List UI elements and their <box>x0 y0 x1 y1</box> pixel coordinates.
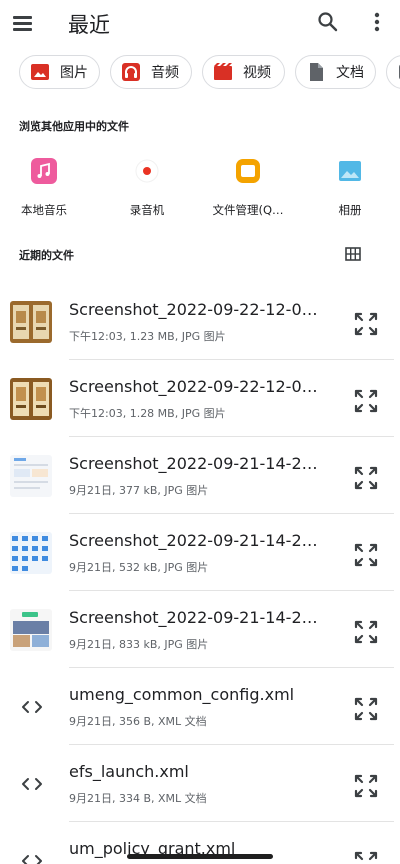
chip-audio[interactable]: 音频 <box>110 55 192 89</box>
gallery-icon <box>337 158 363 184</box>
chip-label: 视频 <box>243 65 271 81</box>
file-thumbnail <box>10 378 52 420</box>
file-name: umeng_common_config.xml <box>69 685 295 704</box>
app-recorder[interactable]: 录音机 <box>97 150 197 218</box>
search-icon[interactable] <box>316 10 340 34</box>
file-name: Screenshot_2022-09-22-12-0… <box>69 377 318 396</box>
app-label: 相册 <box>338 203 362 217</box>
chip-label: 音频 <box>151 65 179 81</box>
app-label: 录音机 <box>129 203 165 217</box>
expand-icon[interactable] <box>353 773 379 799</box>
video-icon <box>213 62 233 82</box>
list-item[interactable]: efs_launch.xml 9月21日, 334 B, XML 文档 <box>0 745 400 822</box>
filter-chips: 图片 音频 视频 文档 <box>0 55 400 91</box>
expand-icon[interactable] <box>353 850 379 864</box>
section-title-recent: 近期的文件 <box>19 249 74 262</box>
app-label: 文件管理(Q… <box>212 203 284 217</box>
file-meta: 9月21日, 532 kB, JPG 图片 <box>69 561 209 574</box>
headphones-icon <box>121 62 141 82</box>
file-name: efs_launch.xml <box>69 762 189 781</box>
home-indicator[interactable] <box>127 854 273 859</box>
file-meta: 下午12:03, 1.23 MB, JPG 图片 <box>69 330 226 343</box>
chip-video[interactable]: 视频 <box>202 55 285 89</box>
section-title-other-apps: 浏览其他应用中的文件 <box>19 120 129 133</box>
more-vert-icon[interactable] <box>366 10 388 34</box>
music-icon <box>31 158 57 184</box>
list-item[interactable]: Screenshot_2022-09-21-14-2… 9月21日, 833 k… <box>0 591 400 668</box>
file-meta: 下午12:03, 1.28 MB, JPG 图片 <box>69 407 226 420</box>
chip-images[interactable]: 图片 <box>19 55 100 89</box>
file-name: Screenshot_2022-09-21-14-2… <box>69 454 318 473</box>
file-thumbnail <box>10 455 52 497</box>
record-icon <box>134 158 160 184</box>
image-icon <box>30 62 50 82</box>
file-thumbnail <box>10 301 52 343</box>
expand-icon[interactable] <box>353 619 379 645</box>
other-apps-row: 本地音乐 录音机 文件管理(Q… 相册 <box>0 150 400 220</box>
chip-label: 图片 <box>60 65 88 81</box>
list-item[interactable]: Screenshot_2022-09-22-12-0… 下午12:03, 1.2… <box>0 283 400 360</box>
document-icon <box>306 62 326 82</box>
expand-icon[interactable] <box>353 542 379 568</box>
chip-documents[interactable]: 文档 <box>295 55 376 89</box>
app-local-music[interactable]: 本地音乐 <box>0 150 94 218</box>
expand-icon[interactable] <box>353 465 379 491</box>
file-meta: 9月21日, 334 B, XML 文档 <box>69 792 207 805</box>
folder-icon <box>235 158 261 184</box>
code-file-icon <box>20 775 44 793</box>
file-name: Screenshot_2022-09-21-14-2… <box>69 608 318 627</box>
expand-icon[interactable] <box>353 696 379 722</box>
file-thumbnail <box>10 609 52 651</box>
app-label: 本地音乐 <box>21 203 67 217</box>
list-item[interactable]: Screenshot_2022-09-21-14-2… 9月21日, 532 k… <box>0 514 400 591</box>
app-file-manager[interactable]: 文件管理(Q… <box>198 150 298 218</box>
file-thumbnail <box>10 532 52 574</box>
chip-more[interactable] <box>386 55 400 89</box>
file-meta: 9月21日, 833 kB, JPG 图片 <box>69 638 209 651</box>
file-meta: 9月21日, 356 B, XML 文档 <box>69 715 207 728</box>
menu-icon[interactable] <box>12 12 34 34</box>
top-app-bar: 最近 <box>0 0 400 46</box>
expand-icon[interactable] <box>353 311 379 337</box>
app-gallery[interactable]: 相册 <box>300 150 400 218</box>
list-item[interactable]: umeng_common_config.xml 9月21日, 356 B, XM… <box>0 668 400 745</box>
file-name: Screenshot_2022-09-22-12-0… <box>69 300 318 319</box>
chip-label: 文档 <box>336 65 364 81</box>
list-item[interactable]: Screenshot_2022-09-21-14-2… 9月21日, 377 k… <box>0 437 400 514</box>
file-meta: 9月21日, 377 kB, JPG 图片 <box>69 484 209 497</box>
page-title: 最近 <box>68 13 110 37</box>
grid-view-icon[interactable] <box>345 246 361 261</box>
file-name: Screenshot_2022-09-21-14-2… <box>69 531 318 550</box>
code-file-icon <box>20 852 44 864</box>
list-item[interactable]: Screenshot_2022-09-22-12-0… 下午12:03, 1.2… <box>0 360 400 437</box>
expand-icon[interactable] <box>353 388 379 414</box>
code-file-icon <box>20 698 44 716</box>
